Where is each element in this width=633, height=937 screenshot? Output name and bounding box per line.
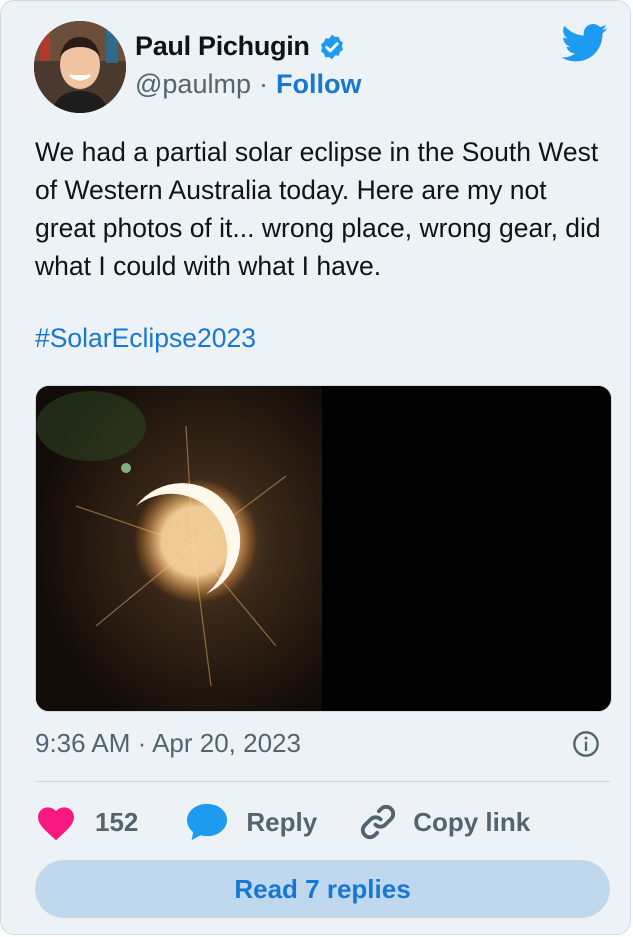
author-name-row: Paul Pichugin bbox=[135, 31, 346, 62]
eclipse-photo-1-image bbox=[36, 386, 322, 711]
tweet-actions: 152 Reply Copy link bbox=[35, 797, 530, 847]
read-replies-button[interactable]: Read 7 replies bbox=[35, 860, 610, 918]
divider bbox=[35, 781, 610, 782]
copy-link-label: Copy link bbox=[413, 806, 531, 837]
embedded-tweet-card: Paul Pichugin @paulmp · Follow We had a … bbox=[0, 0, 631, 935]
info-icon[interactable] bbox=[572, 730, 600, 758]
heart-icon bbox=[38, 807, 74, 841]
tweet-text: We had a partial solar eclipse in the So… bbox=[35, 137, 601, 281]
speech-bubble-icon bbox=[187, 803, 228, 841]
copy-link-button[interactable]: Copy link bbox=[357, 801, 530, 843]
eclipse-photo-1[interactable] bbox=[36, 386, 322, 711]
avatar-image bbox=[34, 21, 126, 113]
avatar[interactable] bbox=[34, 21, 126, 113]
eclipse-photo-2[interactable] bbox=[325, 386, 611, 711]
author-name[interactable]: Paul Pichugin bbox=[135, 31, 310, 62]
link-icon bbox=[361, 804, 396, 840]
separator-dot: · bbox=[258, 69, 268, 99]
hashtag-link[interactable]: #SolarEclipse2023 bbox=[35, 323, 256, 354]
author-handle[interactable]: @paulmp bbox=[135, 69, 251, 100]
like-button[interactable]: 152 bbox=[35, 803, 138, 841]
verified-badge-icon bbox=[320, 34, 343, 59]
reply-label: Reply bbox=[246, 806, 318, 837]
like-count: 152 bbox=[95, 806, 139, 837]
twitter-bird-icon[interactable] bbox=[562, 23, 608, 63]
tweet-timestamp[interactable]: 9:36 AM · Apr 20, 2023 bbox=[35, 728, 301, 759]
reply-button[interactable]: Reply bbox=[184, 802, 317, 842]
author-handle-row: @paulmp · Follow bbox=[135, 69, 361, 100]
follow-link[interactable]: Follow bbox=[276, 69, 361, 100]
eclipse-photo-2-image bbox=[325, 386, 611, 711]
media-grid bbox=[35, 385, 612, 712]
